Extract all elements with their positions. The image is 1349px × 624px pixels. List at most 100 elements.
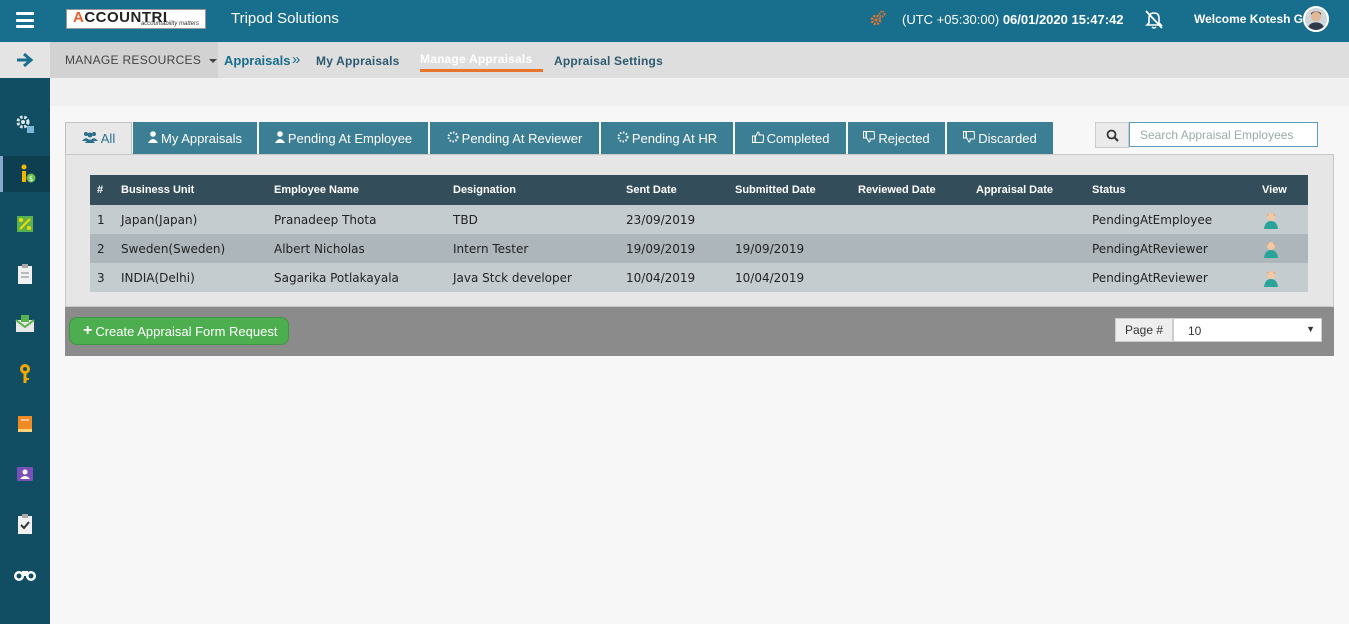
- tab-my-appraisals[interactable]: My Appraisals: [316, 54, 400, 68]
- filter-label: Rejected: [878, 130, 930, 146]
- filter-tab-pending-at-employee[interactable]: Pending At Employee: [259, 122, 428, 154]
- column-header-employee-name[interactable]: Employee Name: [267, 175, 446, 205]
- user-avatar[interactable]: [1303, 6, 1329, 32]
- column-header-view: View: [1255, 175, 1308, 205]
- cell-appraisal-date: [969, 205, 1085, 234]
- logo-tagline: accountability matters: [140, 21, 199, 27]
- filter-label: Pending At HR: [631, 130, 718, 146]
- thumbs-up-icon: [751, 130, 764, 146]
- column-header-sent-date[interactable]: Sent Date: [619, 175, 728, 205]
- filter-tab-completed[interactable]: Completed: [735, 122, 846, 154]
- key-icon[interactable]: [0, 356, 50, 392]
- gears-icon[interactable]: [870, 10, 886, 26]
- inbox-icon[interactable]: [0, 306, 50, 342]
- thumbs-down-icon: [863, 130, 876, 146]
- column-header-number[interactable]: #: [90, 175, 114, 205]
- cell-employee-name: Sagarika Potlakayala: [267, 263, 446, 292]
- percent-icon[interactable]: [0, 206, 50, 242]
- filter-tab-my-appraisals[interactable]: My Appraisals: [133, 122, 257, 154]
- search-appraisal-employees-input[interactable]: [1129, 122, 1318, 147]
- settings-icon[interactable]: [0, 106, 50, 142]
- filter-tab-all[interactable]: All: [65, 122, 132, 154]
- table-row[interactable]: 1 Japan(Japan) Pranadeep Thota TBD 23/09…: [90, 205, 1308, 234]
- breadcrumb-appraisals[interactable]: Appraisals: [224, 53, 290, 68]
- cell-reviewed-date: [851, 234, 969, 263]
- search-button[interactable]: [1095, 122, 1129, 148]
- top-bar: ACCOUNTRI accountability matters Tripod …: [0, 0, 1349, 42]
- cell-submitted-date: 10/04/2019: [728, 263, 851, 292]
- filter-label: Pending At Reviewer: [461, 130, 583, 146]
- clipboard-icon[interactable]: [0, 256, 50, 292]
- cell-number: 3: [90, 263, 114, 292]
- current-datetime: 06/01/2020 15:47:42: [1002, 12, 1124, 27]
- filter-tab-rejected[interactable]: Rejected: [848, 122, 945, 154]
- tab-appraisal-settings[interactable]: Appraisal Settings: [554, 54, 663, 68]
- cell-reviewed-date: [851, 263, 969, 292]
- plus-icon: +: [83, 322, 93, 339]
- timezone-datetime: (UTC +05:30:00) 06/01/2020 15:47:42: [902, 12, 1124, 27]
- accountri-logo[interactable]: ACCOUNTRI accountability matters: [66, 9, 206, 29]
- users-icon: [81, 131, 98, 146]
- cell-number: 1: [90, 205, 114, 234]
- welcome-user[interactable]: Welcome Kotesh G: [1194, 12, 1303, 26]
- cell-sent-date: 23/09/2019: [619, 205, 728, 234]
- filter-tab-pending-at-reviewer[interactable]: Pending At Reviewer: [430, 122, 599, 154]
- cell-submitted-date: 19/09/2019: [728, 234, 851, 263]
- column-header-status[interactable]: Status: [1085, 175, 1255, 205]
- cell-appraisal-date: [969, 263, 1085, 292]
- filter-label: My Appraisals: [161, 130, 242, 146]
- secondary-nav: MANAGE RESOURCES Appraisals » My Apprais…: [50, 42, 1349, 78]
- create-appraisal-form-request-button[interactable]: + Create Appraisal Form Request: [69, 317, 289, 345]
- active-tab-underline: [420, 69, 543, 72]
- expand-sidebar-arrow-icon[interactable]: [0, 42, 50, 78]
- filter-label: Completed: [766, 130, 830, 146]
- table-row[interactable]: 3 INDIA(Delhi) Sagarika Potlakayala Java…: [90, 263, 1308, 292]
- column-header-appraisal-date[interactable]: Appraisal Date: [969, 175, 1085, 205]
- person-money-icon[interactable]: $: [0, 156, 50, 192]
- cell-employee-name: Pranadeep Thota: [267, 205, 446, 234]
- manage-resources-dropdown[interactable]: MANAGE RESOURCES: [50, 42, 218, 78]
- cell-view: [1255, 234, 1308, 263]
- cell-appraisal-date: [969, 234, 1085, 263]
- id-card-icon[interactable]: [0, 456, 50, 492]
- filter-tab-pending-at-hr[interactable]: Pending At HR: [601, 122, 733, 154]
- timezone: (UTC +05:30:00): [902, 12, 1000, 27]
- table-row[interactable]: 2 Sweden(Sweden) Albert Nicholas Intern …: [90, 234, 1308, 263]
- content-top-strip: [50, 78, 1349, 106]
- filter-label: All: [100, 131, 116, 146]
- cell-business-unit: Japan(Japan): [114, 205, 267, 234]
- cell-reviewed-date: [851, 205, 969, 234]
- user-icon: [274, 130, 285, 146]
- column-header-reviewed-date[interactable]: Reviewed Date: [851, 175, 969, 205]
- view-employee-icon[interactable]: [1262, 211, 1280, 229]
- cell-business-unit: Sweden(Sweden): [114, 234, 267, 263]
- notifications-off-icon[interactable]: [1143, 8, 1165, 30]
- cell-employee-name: Albert Nicholas: [267, 234, 446, 263]
- chevron-down-icon: [209, 58, 218, 63]
- checklist-icon[interactable]: [0, 506, 50, 542]
- svg-text:$: $: [28, 175, 32, 183]
- spinner-icon: [617, 131, 629, 146]
- column-header-designation[interactable]: Designation: [446, 175, 619, 205]
- tab-manage-appraisals[interactable]: Manage Appraisals: [420, 52, 532, 66]
- cell-designation: Java Stck developer: [446, 263, 619, 292]
- left-sidebar: $: [0, 42, 50, 624]
- table-header-row: # Business Unit Employee Name Designatio…: [90, 175, 1308, 205]
- binoculars-icon[interactable]: [0, 556, 50, 592]
- filter-tab-discarded[interactable]: Discarded: [947, 122, 1053, 154]
- hamburger-menu-icon[interactable]: [16, 12, 34, 28]
- cell-number: 2: [90, 234, 114, 263]
- cell-submitted-date: [728, 205, 851, 234]
- book-icon[interactable]: [0, 406, 50, 442]
- cell-view: [1255, 205, 1308, 234]
- view-employee-icon[interactable]: [1262, 240, 1280, 258]
- filter-label: Discarded: [978, 130, 1037, 146]
- column-header-submitted-date[interactable]: Submitted Date: [728, 175, 851, 205]
- select-arrow-icon: ▼: [1306, 324, 1315, 334]
- page-size-select[interactable]: 10 ▼: [1173, 318, 1322, 342]
- view-employee-icon[interactable]: [1262, 269, 1280, 287]
- column-header-business-unit[interactable]: Business Unit: [114, 175, 267, 205]
- search-icon: [1106, 129, 1119, 142]
- user-icon: [148, 130, 159, 146]
- cell-view: [1255, 263, 1308, 292]
